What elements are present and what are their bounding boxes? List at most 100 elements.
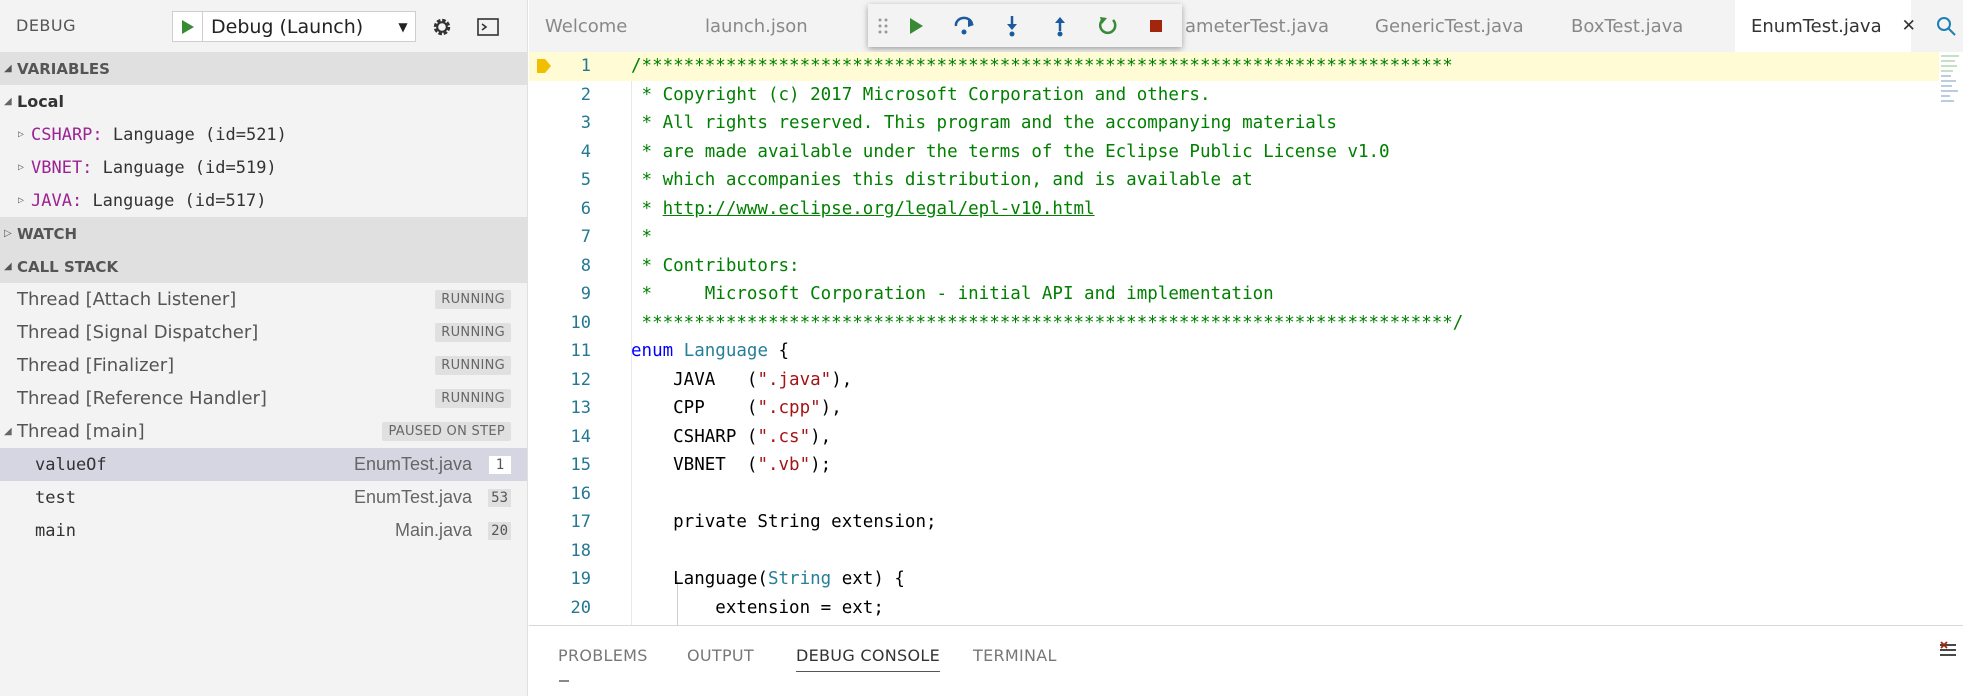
tab-enum-test[interactable]: EnumTest.java ✕ (1735, 0, 1916, 52)
code-line: 10 *************************************… (529, 309, 1939, 338)
thread-status-badge: RUNNING (435, 323, 511, 342)
code-fragment: Language( (631, 569, 768, 590)
line-number: 4 (580, 141, 591, 162)
code-text: * All rights reserved. This program and … (631, 113, 1337, 134)
expanded-triangle-icon: ◢ (4, 96, 12, 107)
current-line-arrow-icon (537, 59, 551, 73)
stack-frame-row[interactable]: test EnumTest.java 53 (0, 481, 527, 514)
tab-welcome[interactable]: Welcome (529, 0, 689, 52)
step-out-button[interactable] (1036, 4, 1084, 47)
collapsed-triangle-icon: ▷ (4, 228, 12, 239)
minimap[interactable] (1939, 52, 1963, 162)
variable-name: VBNET: (31, 157, 93, 178)
stack-frame-method: main (35, 520, 76, 541)
thread-name: Thread [Reference Handler] (17, 388, 267, 409)
watch-section-title: WATCH (17, 224, 78, 243)
code-fragment: { (768, 341, 790, 362)
tab-box-test[interactable]: BoxTest.java (1555, 0, 1735, 52)
call-stack-section-title: CALL STACK (17, 257, 119, 276)
line-number: 2 (580, 84, 591, 105)
tab-label: launch.json (705, 15, 808, 37)
code-line: 7 * (529, 223, 1939, 252)
tab-launch-json[interactable]: launch.json (689, 0, 869, 52)
code-line: 11 enum Language { (529, 337, 1939, 366)
stack-frame-line: 1 (489, 455, 511, 474)
line-number: 11 (570, 341, 591, 362)
tab-generic-test[interactable]: GenericTest.java (1359, 0, 1549, 52)
code-text: * are made available under the terms of … (631, 141, 1390, 162)
expand-triangle-icon: ▷ (18, 129, 25, 140)
stack-frame-row[interactable]: main Main.java 20 (0, 514, 527, 547)
thread-status-badge: PAUSED ON STEP (382, 422, 511, 441)
code-editor[interactable]: 1 /*************************************… (529, 52, 1963, 625)
console-input-caret[interactable] (559, 680, 569, 682)
code-line: 19 Language(String ext) { (529, 565, 1939, 594)
stack-frame-method: valueOf (35, 454, 107, 475)
watch-section-header[interactable]: ▷ WATCH (0, 217, 527, 250)
variable-row[interactable]: ▷ VBNET: Language (id=519) (0, 151, 527, 184)
restart-button[interactable] (1084, 4, 1132, 47)
line-number: 20 (570, 597, 591, 618)
variable-row[interactable]: ▷ CSHARP: Language (id=521) (0, 118, 527, 151)
code-line-current: 1 /*************************************… (529, 52, 1939, 81)
continue-icon (910, 17, 923, 34)
drag-grip-icon[interactable] (874, 17, 892, 35)
thread-row[interactable]: Thread [Finalizer] RUNNING (0, 349, 527, 382)
code-line: 12 JAVA (".java"), (529, 366, 1939, 395)
split-editor-icon[interactable] (1928, 0, 1963, 52)
play-icon (181, 19, 194, 34)
thread-row-main[interactable]: ◢ Thread [main] PAUSED ON STEP (0, 415, 527, 448)
variables-section-header[interactable]: ◢ VARIABLES (0, 52, 527, 85)
launch-config-select[interactable]: Debug (Launch) ▼ (172, 11, 416, 42)
keyword: enum (631, 341, 674, 362)
step-into-button[interactable] (988, 4, 1036, 47)
variable-row[interactable]: ▷ JAVA: Language (id=517) (0, 184, 527, 217)
call-stack-section-header[interactable]: ◢ CALL STACK (0, 250, 527, 283)
step-over-button[interactable] (940, 4, 988, 47)
debug-console-icon[interactable] (474, 13, 502, 41)
code-text: JAVA (".java"), (631, 370, 852, 390)
code-line: 16 (529, 480, 1939, 509)
local-scope-label: Local (17, 92, 64, 111)
restart-icon (1098, 16, 1117, 34)
code-fragment: ); (810, 455, 832, 476)
clear-console-icon[interactable] (1937, 640, 1959, 667)
code-fragment: JAVA ( (631, 369, 758, 390)
code-line: 8 * Contributors: (529, 252, 1939, 281)
stack-frame-line: 53 (488, 488, 511, 507)
code-fragment: CPP ( (631, 398, 758, 419)
expanded-triangle-icon: ◢ (4, 426, 12, 437)
code-line: 9 * Microsoft Corporation - initial API … (529, 280, 1939, 309)
stack-frame-file: EnumTest.java (353, 487, 472, 507)
comment-prefix: * (631, 198, 663, 219)
stop-button[interactable] (1132, 4, 1180, 47)
tab-parameter-test[interactable]: ameterTest.java (1169, 0, 1339, 52)
string-literal: ".java" (757, 369, 832, 390)
thread-row[interactable]: Thread [Reference Handler] RUNNING (0, 382, 527, 415)
stack-frame-row[interactable]: valueOf EnumTest.java 1 (0, 448, 527, 481)
close-icon[interactable]: ✕ (1902, 16, 1916, 36)
code-text: * (631, 227, 653, 248)
continue-button[interactable] (892, 4, 940, 47)
chevron-down-icon: ▼ (398, 19, 408, 34)
expand-triangle-icon: ▷ (18, 195, 25, 206)
local-scope[interactable]: ◢ Local (0, 85, 527, 118)
code-text: ****************************************… (631, 312, 1464, 333)
thread-row[interactable]: Thread [Signal Dispatcher] RUNNING (0, 316, 527, 349)
tab-problems[interactable]: PROBLEMS (558, 646, 648, 671)
tab-debug-console[interactable]: DEBUG CONSOLE (796, 646, 941, 672)
code-fragment: ), (820, 398, 842, 419)
code-text: CSHARP (".cs"), (631, 427, 831, 447)
code-fragment: ext) { (831, 569, 905, 590)
code-line: 14 CSHARP (".cs"), (529, 423, 1939, 452)
tab-output[interactable]: OUTPUT (687, 646, 754, 671)
step-over-icon (954, 16, 974, 34)
line-number: 6 (580, 198, 591, 219)
thread-row[interactable]: Thread [Attach Listener] RUNNING (0, 283, 527, 316)
gear-icon[interactable] (428, 13, 456, 41)
code-text: * Copyright (c) 2017 Microsoft Corporati… (631, 84, 1211, 105)
tab-terminal[interactable]: TERMINAL (973, 646, 1057, 671)
license-link[interactable]: http://www.eclipse.org/legal/epl-v10.htm… (663, 199, 1095, 219)
start-debugging-button[interactable] (173, 12, 203, 41)
code-fragment: CSHARP ( (631, 426, 758, 447)
